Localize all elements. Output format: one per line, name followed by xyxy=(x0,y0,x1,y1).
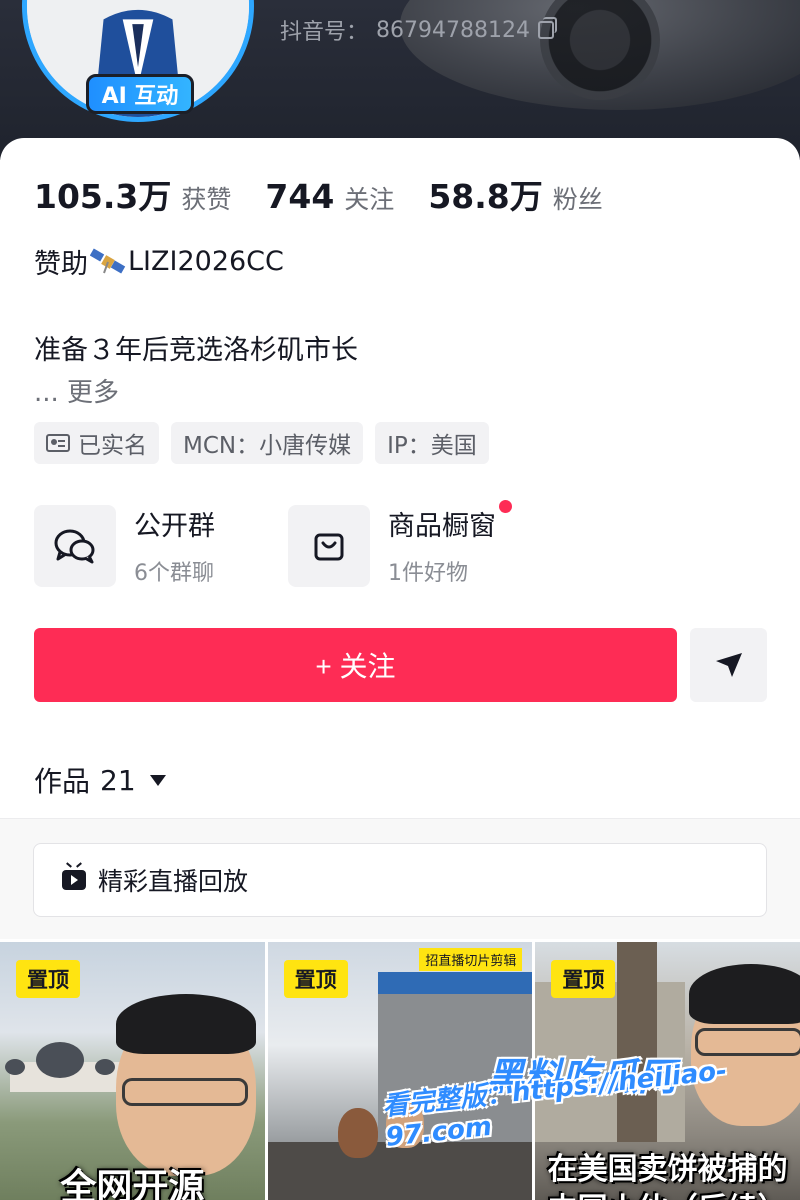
glasses xyxy=(122,1078,248,1106)
public-group-title: 公开群 xyxy=(134,511,215,542)
live-replay-label: 精彩直播回放 xyxy=(98,867,249,896)
followers-label: 粉丝 xyxy=(552,185,603,214)
video-thumbnail[interactable]: 置顶 全网开源 xyxy=(0,942,265,1200)
following-count: 744 xyxy=(265,177,335,216)
sponsor-handle: LIZI2026CC xyxy=(128,246,284,277)
shop-window-title-label: 商品橱窗 xyxy=(388,511,496,542)
tv-icon xyxy=(62,870,86,890)
tag-mcn-label: MCN：小唐传媒 xyxy=(183,433,352,459)
copy-icon[interactable] xyxy=(537,17,557,39)
bio-more-link[interactable]: ... 更多 xyxy=(34,372,119,409)
tag-verified[interactable]: 已实名 xyxy=(34,422,159,464)
likes-count: 105.3万 xyxy=(34,177,172,216)
group-chat-icon xyxy=(54,529,95,563)
tag-ip-label: IP：美国 xyxy=(387,433,477,459)
tag-ip[interactable]: IP：美国 xyxy=(375,422,489,464)
tag-verified-label: 已实名 xyxy=(78,433,147,459)
stats-row: 105.3万 获赞 744 关注 58.8万 粉丝 xyxy=(34,170,637,218)
pinned-badge: 置顶 xyxy=(16,960,80,998)
sponsor-prefix: 赞助 xyxy=(34,249,88,280)
notification-dot xyxy=(499,500,512,513)
person-hair xyxy=(116,994,256,1054)
followers-stat[interactable]: 58.8万 粉丝 xyxy=(428,170,602,218)
share-button[interactable] xyxy=(690,628,767,702)
shop-window-subtitle: 1件好物 xyxy=(388,561,468,586)
following-stat[interactable]: 744 关注 xyxy=(265,177,394,216)
satellite-icon xyxy=(90,248,126,273)
tag-mcn[interactable]: MCN：小唐传媒 xyxy=(171,422,364,464)
followers-count: 58.8万 xyxy=(428,177,543,216)
shop-window-text: 商品橱窗 1件好物 xyxy=(388,500,512,587)
public-group-entry[interactable]: 公开群 6个群聊 xyxy=(34,504,288,587)
pinned-badge: 置顶 xyxy=(551,960,616,998)
douyin-id-row[interactable]: 抖音号： 86794788124 xyxy=(280,14,557,46)
following-label: 关注 xyxy=(344,185,395,214)
ai-interact-badge[interactable]: AI 互动 xyxy=(86,74,194,114)
id-card-icon xyxy=(46,434,70,452)
person-face xyxy=(337,1108,378,1158)
shop-window-entry[interactable]: 商品橱窗 1件好物 xyxy=(288,500,542,587)
bio-text: 准备３年后竞选洛杉矶市长 xyxy=(34,335,358,366)
sponsor-line: 赞助 LIZI2026CC xyxy=(34,242,284,281)
douyin-id-value: 86794788124 xyxy=(376,17,530,43)
features-row: 公开群 6个群聊 商品橱窗 1件好物 xyxy=(34,500,542,587)
tags-row: 已实名 MCN：小唐传媒 IP：美国 xyxy=(34,422,489,464)
shopping-bag-icon xyxy=(314,533,344,560)
works-count: 21 xyxy=(100,763,136,797)
douyin-id-label: 抖音号： xyxy=(280,20,369,45)
pinned-badge: 置顶 xyxy=(283,960,348,998)
live-replay-entry[interactable]: 精彩直播回放 xyxy=(33,843,767,917)
works-label: 作品 xyxy=(34,765,91,798)
works-tab[interactable]: 作品 21 xyxy=(34,760,166,800)
video-caption: 全网开源 xyxy=(60,1167,205,1200)
public-group-subtitle: 6个群聊 xyxy=(134,561,214,586)
caret-down-icon xyxy=(149,774,166,786)
likes-stat: 105.3万 获赞 xyxy=(34,170,231,218)
person-hair xyxy=(689,964,800,1024)
group-chat-icon-box xyxy=(34,504,116,587)
shop-window-title: 商品橱窗 xyxy=(388,500,512,543)
public-group-text: 公开群 6个群聊 xyxy=(134,504,215,587)
send-icon xyxy=(715,653,742,677)
building-awning xyxy=(377,972,533,994)
video-caption: 在美国卖饼被捕的中国小伙（后续） xyxy=(547,1152,788,1200)
corner-label: 招直播切片剪辑 xyxy=(419,948,523,971)
likes-label: 获赞 xyxy=(181,185,232,214)
profile-card: 105.3万 获赞 744 关注 58.8万 粉丝 赞助 LIZI2026CC … xyxy=(0,138,800,1200)
follow-button[interactable]: + 关注 xyxy=(34,628,677,702)
shop-icon-box xyxy=(288,504,370,587)
